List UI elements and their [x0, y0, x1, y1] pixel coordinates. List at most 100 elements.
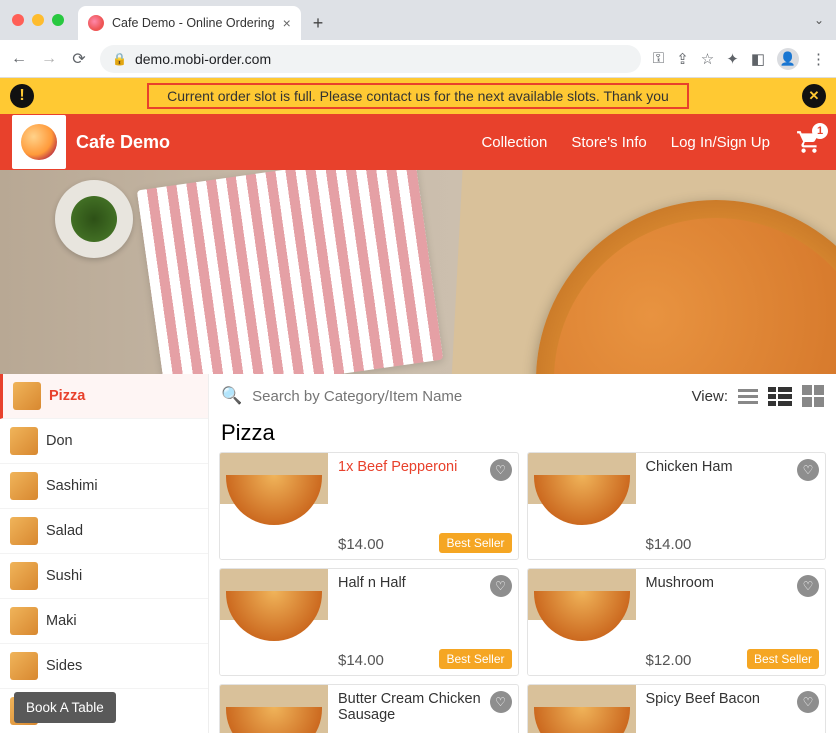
- category-label: Sashimi: [46, 478, 98, 494]
- content-toolbar: 🔍 View:: [209, 374, 836, 418]
- close-tab-icon[interactable]: ×: [283, 15, 291, 31]
- best-seller-badge: Best Seller: [439, 533, 511, 553]
- window-controls: [12, 14, 64, 26]
- item-name: Spicy Beef Bacon: [646, 691, 816, 707]
- item-name: Butter Cream Chicken Sausage: [338, 691, 508, 723]
- item-name: 1x Beef Pepperoni: [338, 459, 508, 475]
- item-image: [220, 685, 328, 733]
- view-list-icon[interactable]: [738, 389, 758, 404]
- sidebar-item-sides[interactable]: Sides: [0, 644, 208, 689]
- close-window-icon[interactable]: [12, 14, 24, 26]
- item-image: [220, 453, 328, 559]
- panel-icon[interactable]: ◧: [751, 50, 765, 68]
- favorite-button[interactable]: ♡: [797, 691, 819, 713]
- key-icon[interactable]: ⚿: [653, 50, 664, 67]
- cart-button[interactable]: 1: [794, 127, 824, 157]
- share-icon[interactable]: ⇪: [676, 50, 689, 68]
- menu-item-card[interactable]: Butter Cream Chicken Sausage♡: [219, 684, 519, 733]
- sidebar-item-don[interactable]: Don: [0, 419, 208, 464]
- header-nav: Collection Store's Info Log In/Sign Up 1: [481, 127, 824, 157]
- search-input[interactable]: [252, 388, 681, 405]
- favorite-button[interactable]: ♡: [490, 459, 512, 481]
- category-label: Sushi: [46, 568, 82, 584]
- item-name: Mushroom: [646, 575, 816, 591]
- category-sidebar: PizzaDonSashimiSaladSushiMakiSidesDusunT…: [0, 374, 209, 733]
- sidebar-item-sashimi[interactable]: Sashimi: [0, 464, 208, 509]
- menu-item-card[interactable]: Spicy Beef Bacon♡: [527, 684, 827, 733]
- favicon-icon: [88, 15, 104, 31]
- category-label: Salad: [46, 523, 83, 539]
- banner-text: Current order slot is full. Please conta…: [147, 83, 689, 109]
- lock-icon: 🔒: [112, 52, 127, 66]
- bookmark-icon[interactable]: ☆: [701, 50, 714, 68]
- category-label: Maki: [46, 613, 77, 629]
- item-image: [528, 453, 636, 559]
- browser-tab-strip: Cafe Demo - Online Ordering × + ⌄: [0, 0, 836, 40]
- category-thumb: [10, 562, 38, 590]
- item-image: [220, 569, 328, 675]
- category-thumb: [10, 652, 38, 680]
- search-icon: 🔍: [221, 386, 242, 406]
- view-label: View:: [692, 388, 728, 405]
- book-table-button[interactable]: Book A Table: [14, 692, 116, 723]
- category-label: Sides: [46, 658, 82, 674]
- brand-name: Cafe Demo: [76, 132, 170, 153]
- tab-title: Cafe Demo - Online Ordering: [112, 16, 275, 30]
- category-thumb: [10, 607, 38, 635]
- category-thumb: [10, 472, 38, 500]
- maximize-window-icon[interactable]: [52, 14, 64, 26]
- alert-icon: !: [10, 84, 34, 108]
- menu-item-card[interactable]: Mushroom$12.00♡Best Seller: [527, 568, 827, 676]
- dismiss-banner-button[interactable]: ✕: [802, 84, 826, 108]
- favorite-button[interactable]: ♡: [490, 575, 512, 597]
- category-label: Don: [46, 433, 73, 449]
- menu-item-card[interactable]: Half n Half$14.00♡Best Seller: [219, 568, 519, 676]
- minimize-window-icon[interactable]: [32, 14, 44, 26]
- nav-store-info[interactable]: Store's Info: [571, 134, 646, 151]
- new-tab-button[interactable]: +: [313, 13, 324, 34]
- main-content: PizzaDonSashimiSaladSushiMakiSidesDusunT…: [0, 374, 836, 733]
- nav-collection[interactable]: Collection: [481, 134, 547, 151]
- address-bar: ← → ⟳ 🔒 demo.mobi-order.com ⚿ ⇪ ☆ ✦ ◧ 👤 …: [0, 40, 836, 78]
- reload-button[interactable]: ⟳: [70, 49, 88, 69]
- menu-item-card[interactable]: Chicken Ham $14.00 ♡: [527, 452, 827, 560]
- category-thumb: [10, 427, 38, 455]
- menu-item-card[interactable]: 1x Beef Pepperoni$14.00♡Best Seller: [219, 452, 519, 560]
- tab-overflow-icon[interactable]: ⌄: [814, 13, 824, 27]
- content-panel: 🔍 View: Pizza 1x Beef Pepperoni $14.00 ♡ Be…: [209, 374, 836, 733]
- sidebar-item-sushi[interactable]: Sushi: [0, 554, 208, 599]
- favorite-button[interactable]: ♡: [797, 575, 819, 597]
- menu-icon[interactable]: ⋮: [811, 50, 826, 68]
- extensions-icon[interactable]: ✦: [726, 50, 739, 68]
- item-name: Half n Half: [338, 575, 508, 591]
- back-button[interactable]: ←: [10, 50, 28, 68]
- section-title: Pizza: [209, 418, 836, 452]
- view-grid-icon[interactable]: [802, 385, 824, 407]
- sidebar-item-maki[interactable]: Maki: [0, 599, 208, 644]
- item-name: Chicken Ham: [646, 459, 816, 475]
- item-image: [528, 569, 636, 675]
- url-text: demo.mobi-order.com: [135, 51, 271, 67]
- best-seller-badge: Best Seller: [747, 649, 819, 669]
- notice-banner: ! Current order slot is full. Please con…: [0, 78, 836, 114]
- hero-image: [0, 170, 836, 374]
- category-thumb: [10, 517, 38, 545]
- brand-logo[interactable]: [12, 115, 66, 169]
- nav-login[interactable]: Log In/Sign Up: [671, 134, 770, 151]
- forward-button[interactable]: →: [40, 50, 58, 68]
- category-label: Pizza: [49, 388, 85, 404]
- favorite-button[interactable]: ♡: [797, 459, 819, 481]
- favorite-button[interactable]: ♡: [490, 691, 512, 713]
- browser-tab[interactable]: Cafe Demo - Online Ordering ×: [78, 6, 301, 40]
- cart-count-badge: 1: [812, 123, 828, 139]
- category-thumb: [13, 382, 41, 410]
- sidebar-item-pizza[interactable]: Pizza: [0, 374, 208, 419]
- view-detail-icon[interactable]: [768, 387, 792, 406]
- item-image: [528, 685, 636, 733]
- item-price: $14.00: [646, 536, 816, 553]
- sidebar-item-salad[interactable]: Salad: [0, 509, 208, 554]
- item-grid: 1x Beef Pepperoni $14.00 ♡ Best Seller Chick…: [209, 452, 836, 733]
- profile-avatar[interactable]: 👤: [777, 48, 799, 70]
- toolbar-icons: ⚿ ⇪ ☆ ✦ ◧ 👤 ⋮: [653, 48, 826, 70]
- url-field[interactable]: 🔒 demo.mobi-order.com: [100, 45, 641, 73]
